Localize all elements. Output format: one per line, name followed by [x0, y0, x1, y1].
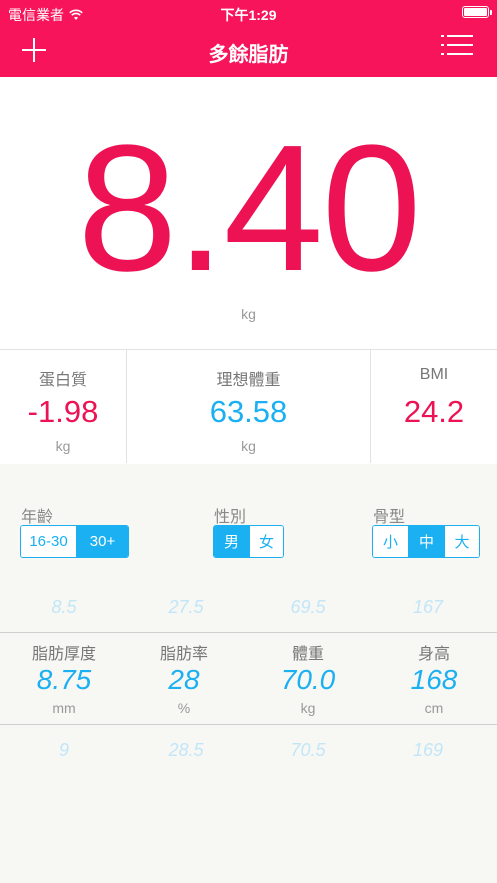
- picker-prev-height[interactable]: 167: [366, 597, 490, 618]
- height-value[interactable]: 168: [372, 664, 496, 696]
- picker-next-fat-rate[interactable]: 28.5: [124, 740, 248, 761]
- fat-thickness-unit: mm: [52, 700, 76, 716]
- divider: [370, 349, 371, 463]
- stat-label: 理想體重: [216, 372, 281, 389]
- picker-next-height[interactable]: 169: [366, 740, 490, 761]
- frame-selector: 小 中 大: [372, 525, 480, 558]
- excess-fat-value: 8.40: [77, 108, 421, 309]
- excess-fat-unit: kg: [241, 306, 256, 322]
- frame-option-large[interactable]: 大: [444, 526, 479, 557]
- stat-label: BMI: [419, 366, 449, 383]
- stat-unit: kg: [55, 438, 71, 454]
- fat-thickness-column[interactable]: 脂肪厚度 8.75 mm: [2, 640, 126, 716]
- picker-prev-fat-rate[interactable]: 27.5: [124, 597, 248, 618]
- picker-next-weight[interactable]: 70.5: [246, 740, 370, 761]
- fat-rate-unit: %: [177, 700, 191, 716]
- age-option-16-30[interactable]: 16-30: [21, 526, 76, 557]
- stat-label: 蛋白質: [38, 372, 87, 389]
- menu-list-icon[interactable]: [441, 34, 473, 61]
- stat-value: 63.58: [209, 394, 288, 429]
- picker-prev-weight[interactable]: 69.5: [246, 597, 370, 618]
- frame-option-medium[interactable]: 中: [408, 526, 444, 557]
- divider: [126, 349, 127, 463]
- picker-selection-bottom-line: [0, 724, 497, 725]
- weight-unit: kg: [300, 700, 316, 716]
- stat-protein: 蛋白質 -1.98 kg: [0, 350, 126, 464]
- gender-label: 性別: [214, 509, 247, 526]
- gender-selector: 男 女: [213, 525, 284, 558]
- gender-option-female[interactable]: 女: [249, 526, 283, 557]
- age-option-30-plus[interactable]: 30+: [76, 526, 128, 557]
- excess-fat-display: 8.40 kg: [0, 77, 497, 349]
- fat-rate-label: 脂肪率: [159, 646, 208, 663]
- weight-column[interactable]: 體重 70.0 kg: [246, 640, 370, 716]
- height-column[interactable]: 身高 168 cm: [372, 640, 496, 716]
- fat-rate-value[interactable]: 28: [122, 664, 246, 696]
- fat-thickness-value[interactable]: 8.75: [2, 664, 126, 696]
- weight-label: 體重: [291, 646, 324, 663]
- gender-option-male[interactable]: 男: [214, 526, 249, 557]
- page-title: 多餘脂肪: [208, 44, 289, 66]
- frame-option-small[interactable]: 小: [373, 526, 408, 557]
- height-unit: cm: [424, 700, 444, 716]
- weight-value[interactable]: 70.0: [246, 664, 370, 696]
- stat-ideal-weight: 理想體重 63.58 kg: [127, 350, 370, 464]
- status-time: 下午1:29: [220, 7, 277, 23]
- fat-rate-column[interactable]: 脂肪率 28 %: [122, 640, 246, 716]
- stats-row: 蛋白質 -1.98 kg 理想體重 63.58 kg BMI 24.2: [0, 349, 497, 464]
- stat-value: -1.98: [27, 394, 99, 429]
- picker-selection-top-line: [0, 632, 497, 633]
- status-bar: 電信業者 下午1:29: [0, 0, 497, 26]
- stat-bmi: BMI 24.2: [371, 350, 497, 464]
- height-label: 身高: [417, 646, 450, 663]
- header-bar: 電信業者 下午1:29 多餘脂肪: [0, 0, 497, 77]
- frame-label: 骨型: [373, 509, 406, 526]
- picker-prev-fat-thickness[interactable]: 8.5: [2, 597, 126, 618]
- age-selector: 16-30 30+: [20, 525, 129, 558]
- stat-unit: kg: [241, 438, 256, 454]
- fat-thickness-label: 脂肪厚度: [31, 646, 96, 663]
- picker-next-fat-thickness[interactable]: 9: [2, 740, 126, 761]
- stat-value: 24.2: [403, 394, 465, 429]
- age-label: 年齡: [21, 509, 54, 526]
- battery-icon: [462, 6, 492, 18]
